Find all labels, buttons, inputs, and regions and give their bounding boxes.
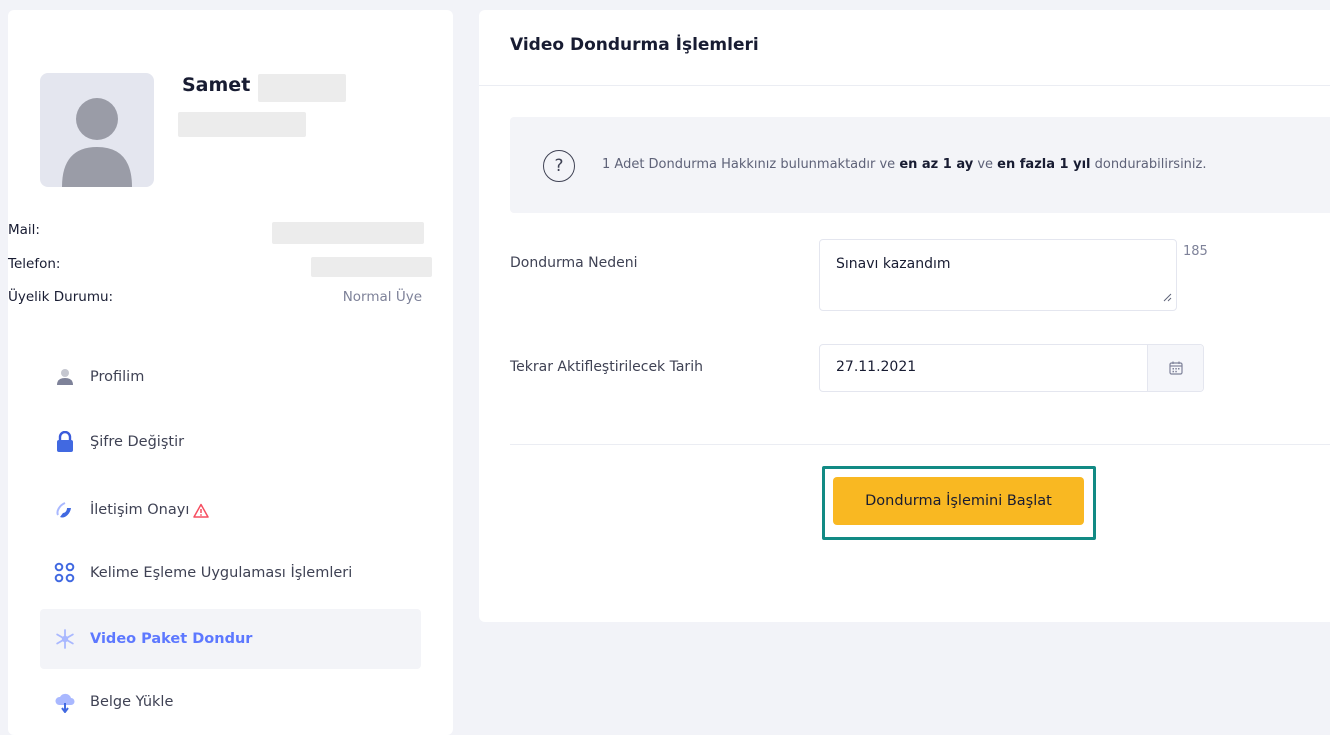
- page-title: Video Dondurma İşlemleri: [510, 35, 759, 55]
- sidebar-item-kelime-esleme[interactable]: Kelime Eşleme Uygulaması İşlemleri: [40, 543, 421, 603]
- membership-value: Normal Üye: [342, 289, 422, 305]
- calendar-icon[interactable]: [1147, 345, 1203, 391]
- sidebar-item-label: Belge Yükle: [90, 694, 174, 710]
- membership-label: Üyelik Durumu:: [8, 289, 114, 305]
- start-freeze-button[interactable]: Dondurma İşlemini Başlat: [833, 477, 1084, 525]
- snowflake-icon: [54, 628, 76, 650]
- reason-textarea[interactable]: Sınavı kazandım: [819, 239, 1177, 311]
- sidebar-item-label: Kelime Eşleme Uygulaması İşlemleri: [90, 565, 353, 581]
- redacted-phone: [311, 257, 432, 277]
- info-text: 1 Adet Dondurma Hakkınız bulunmaktadır v…: [602, 157, 1207, 172]
- grid-dots-icon: [54, 562, 76, 584]
- sidebar-item-sifre-degistir[interactable]: Şifre Değiştir: [40, 412, 421, 472]
- reason-value: Sınavı kazandım: [836, 256, 951, 272]
- warning-icon: [193, 503, 210, 518]
- sidebar-item-belge-yukle[interactable]: Belge Yükle: [40, 672, 421, 732]
- question-icon: ?: [543, 150, 575, 182]
- phone-icon: [54, 499, 76, 521]
- resize-grip-icon[interactable]: [1162, 290, 1172, 306]
- user-silhouette-icon: [62, 98, 132, 187]
- sidebar-item-label: Video Paket Dondur: [90, 631, 253, 647]
- phone-label: Telefon:: [8, 256, 61, 272]
- redacted-last-name: [258, 74, 346, 102]
- info-alert: ? 1 Adet Dondurma Hakkınız bulunmaktadır…: [510, 117, 1330, 213]
- char-counter: 185: [1183, 244, 1208, 259]
- panel-header: Video Dondurma İşlemleri: [479, 10, 1330, 86]
- user-first-name: Samet: [182, 74, 251, 96]
- reason-label: Dondurma Nedeni: [510, 255, 638, 271]
- reactivation-date-input[interactable]: 27.11.2021: [819, 344, 1204, 392]
- mail-label: Mail:: [8, 222, 40, 238]
- divider: [510, 444, 1330, 445]
- sidebar-item-label: Profilim: [90, 369, 145, 385]
- date-label: Tekrar Aktifleştirilecek Tarih: [510, 359, 703, 375]
- video-freeze-panel: Video Dondurma İşlemleri ? 1 Adet Dondur…: [479, 10, 1330, 622]
- date-value: 27.11.2021: [836, 359, 917, 375]
- avatar: [40, 73, 154, 187]
- redacted-mail: [272, 222, 424, 244]
- profile-sidebar: Samet Mail: Telefon: Üyelik Durumu: Norm…: [8, 10, 453, 735]
- sidebar-item-label: İletişim Onayı: [90, 502, 190, 518]
- user-icon: [54, 366, 76, 388]
- sidebar-item-label: Şifre Değiştir: [90, 434, 185, 450]
- sidebar-item-video-paket-dondur[interactable]: Video Paket Dondur: [40, 609, 421, 669]
- sidebar-item-iletisim-onayi[interactable]: İletişim Onayı: [40, 480, 421, 540]
- sidebar-item-profilim[interactable]: Profilim: [40, 347, 421, 407]
- redacted-username: [178, 112, 306, 137]
- cloud-upload-icon: [54, 691, 76, 713]
- lock-icon: [54, 431, 76, 453]
